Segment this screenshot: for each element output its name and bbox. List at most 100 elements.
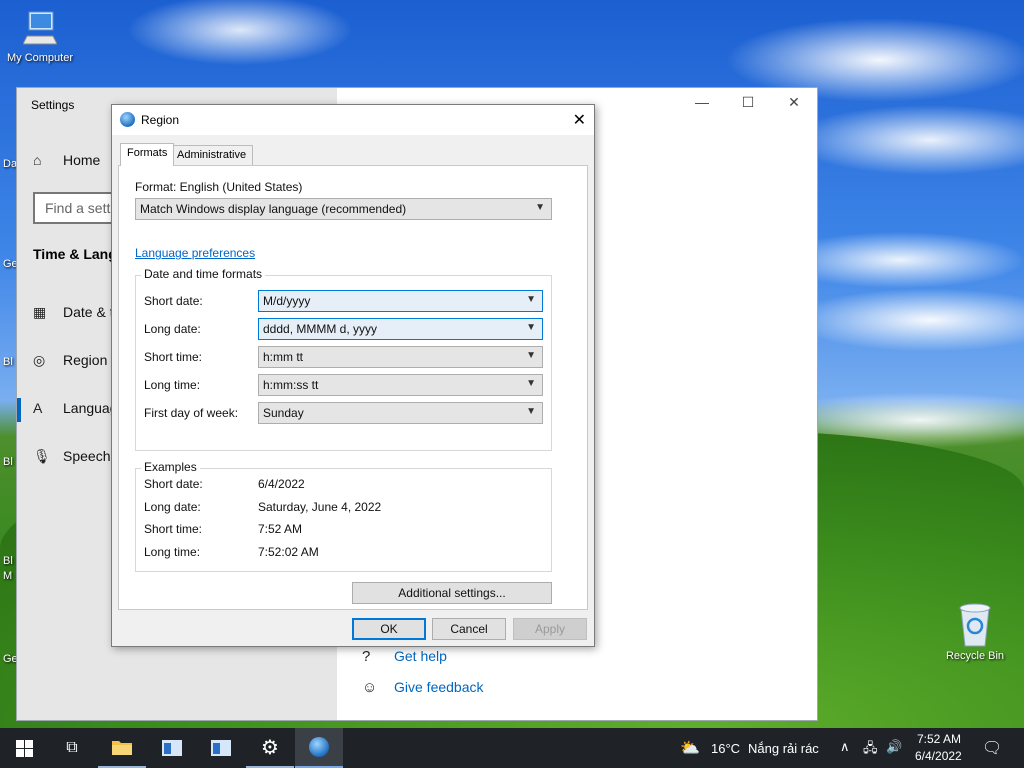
start-button[interactable] <box>0 728 48 768</box>
selected-indicator <box>17 398 21 422</box>
window-app-icon <box>211 740 231 756</box>
settings-taskbar-button[interactable]: ⚙ <box>246 728 294 768</box>
long-date-value: dddd, MMMM d, yyyy <box>263 322 378 336</box>
desktop-partial-label: Ge <box>3 258 18 270</box>
short-time-select[interactable]: h:mm tt ▼ <box>258 346 543 368</box>
example-value: 7:52:02 AM <box>258 545 319 559</box>
example-label: Short time: <box>144 522 203 536</box>
sidebar-item-region[interactable]: ◎ Region <box>33 352 107 369</box>
long-time-value: h:mm:ss tt <box>263 378 319 392</box>
desktop-partial-label: Bl <box>3 356 13 368</box>
long-date-select[interactable]: dddd, MMMM d, yyyy ▼ <box>258 318 543 340</box>
desktop-partial-label: M <box>3 570 13 582</box>
clock-date[interactable]: 6/4/2022 <box>915 749 962 763</box>
maximize-button[interactable]: ☐ <box>725 94 771 111</box>
help-icon: ? <box>362 648 371 665</box>
tab-administrative[interactable]: Administrative <box>170 145 254 165</box>
globe-icon: ◎ <box>33 352 46 368</box>
weather-text[interactable]: Nắng rải rác <box>748 741 819 756</box>
cancel-button[interactable]: Cancel <box>432 618 506 640</box>
chevron-down-icon: ▼ <box>526 350 536 361</box>
sidebar-item-label: Date & t <box>63 304 114 320</box>
windows-icon <box>15 739 33 757</box>
close-button[interactable]: ✕ <box>771 94 817 111</box>
chevron-down-icon: ▼ <box>535 202 545 213</box>
settings-home-label: Home <box>63 152 101 168</box>
desktop-partial-label: Ge <box>3 653 18 665</box>
my-computer-label: My Computer <box>6 52 74 64</box>
task-view-button[interactable]: ⧉ <box>48 728 96 768</box>
settings-title: Settings <box>31 98 75 112</box>
get-help-label: Get help <box>394 648 447 664</box>
formats-panel: Format: English (United States) Match Wi… <box>118 165 588 610</box>
datetime-formats-title: Date and time formats <box>141 267 266 281</box>
field-label: First day of week: <box>144 406 239 420</box>
format-label: Format: English (United States) <box>135 180 303 194</box>
desktop-partial-label: Da <box>3 158 18 170</box>
gear-icon: ⚙ <box>261 736 279 759</box>
format-select[interactable]: Match Windows display language (recommen… <box>135 198 552 220</box>
network-icon[interactable]: 🖧 <box>863 739 878 761</box>
sidebar-item-label: Languag <box>63 400 118 416</box>
dialog-title: Region <box>141 113 180 127</box>
calendar-icon: ▦ <box>33 304 47 320</box>
volume-icon[interactable]: 🔊 <box>886 739 902 755</box>
computer-icon <box>22 10 58 50</box>
first-day-of-week-select[interactable]: Sunday ▼ <box>258 402 543 424</box>
settings-home[interactable]: ⌂ Home <box>33 152 100 168</box>
sidebar-item-date-time[interactable]: ▦ Date & t <box>33 304 114 321</box>
app-window-button-2[interactable] <box>197 728 245 768</box>
file-explorer-button[interactable] <box>98 728 146 768</box>
long-time-select[interactable]: h:mm:ss tt ▼ <box>258 374 543 396</box>
desktop-partial-label: Bl <box>3 555 13 567</box>
format-select-value: Match Windows display language (recommen… <box>140 202 407 216</box>
additional-settings-button[interactable]: Additional settings... <box>352 582 552 604</box>
sidebar-item-label: Speech <box>63 448 111 464</box>
feedback-icon: ☺ <box>362 679 378 696</box>
field-label: Short date: <box>144 294 203 308</box>
field-label: Long time: <box>144 378 201 392</box>
my-computer-desktop-icon[interactable]: My Computer <box>0 10 80 64</box>
first-day-value: Sunday <box>263 406 304 420</box>
get-help-link[interactable]: ? Get help <box>362 648 447 665</box>
weather-temp[interactable]: 16°C <box>711 741 740 756</box>
recycle-bin-icon <box>955 602 995 648</box>
short-date-select[interactable]: M/d/yyyy ▼ <box>258 290 543 312</box>
recycle-bin-desktop-icon[interactable]: Recycle Bin <box>940 602 1010 662</box>
chevron-down-icon: ▼ <box>526 378 536 389</box>
short-time-value: h:mm tt <box>263 350 304 364</box>
apply-button[interactable]: Apply <box>513 618 587 640</box>
globe-icon <box>309 737 329 757</box>
ok-button[interactable]: OK <box>352 618 426 640</box>
region-taskbar-button[interactable] <box>295 728 343 768</box>
microphone-icon: 🎙 <box>33 448 51 464</box>
tab-formats[interactable]: Formats <box>120 143 175 166</box>
recycle-bin-label: Recycle Bin <box>945 650 1005 662</box>
chevron-down-icon: ▼ <box>526 322 536 333</box>
window-app-icon <box>162 740 182 756</box>
sidebar-item-label: Region <box>63 352 108 368</box>
give-feedback-link[interactable]: ☺ Give feedback <box>362 679 484 696</box>
sidebar-item-language[interactable]: A Languag <box>33 400 118 416</box>
minimize-button[interactable]: — <box>679 94 725 110</box>
give-feedback-label: Give feedback <box>394 679 484 695</box>
clock-time[interactable]: 7:52 AM <box>917 732 961 746</box>
settings-section-heading: Time & Lang <box>33 246 117 262</box>
examples-title: Examples <box>141 460 200 474</box>
short-date-value: M/d/yyyy <box>263 294 311 308</box>
desktop-partial-label: Bl <box>3 456 13 468</box>
close-icon[interactable]: ✕ <box>573 110 586 130</box>
language-icon: A <box>33 400 43 416</box>
weather-icon[interactable]: ⛅ <box>680 738 700 758</box>
example-value: 7:52 AM <box>258 522 303 536</box>
app-window-button[interactable] <box>148 728 196 768</box>
language-preferences-link[interactable]: Language preferences <box>135 246 255 260</box>
folder-icon <box>112 741 132 755</box>
example-value: 6/4/2022 <box>258 477 305 491</box>
chevron-up-icon[interactable]: ∧ <box>840 739 850 755</box>
example-label: Long time: <box>144 545 201 559</box>
notifications-icon[interactable]: 🗨 <box>982 738 1002 758</box>
taskbar: ⧉ ⚙ ⛅ 16°C Nắng rải rác ∧ 🖧 🔊 7:52 AM 6/… <box>0 728 1024 768</box>
example-value: Saturday, June 4, 2022 <box>258 500 382 514</box>
sidebar-item-speech[interactable]: 🎙 Speech <box>33 448 110 465</box>
